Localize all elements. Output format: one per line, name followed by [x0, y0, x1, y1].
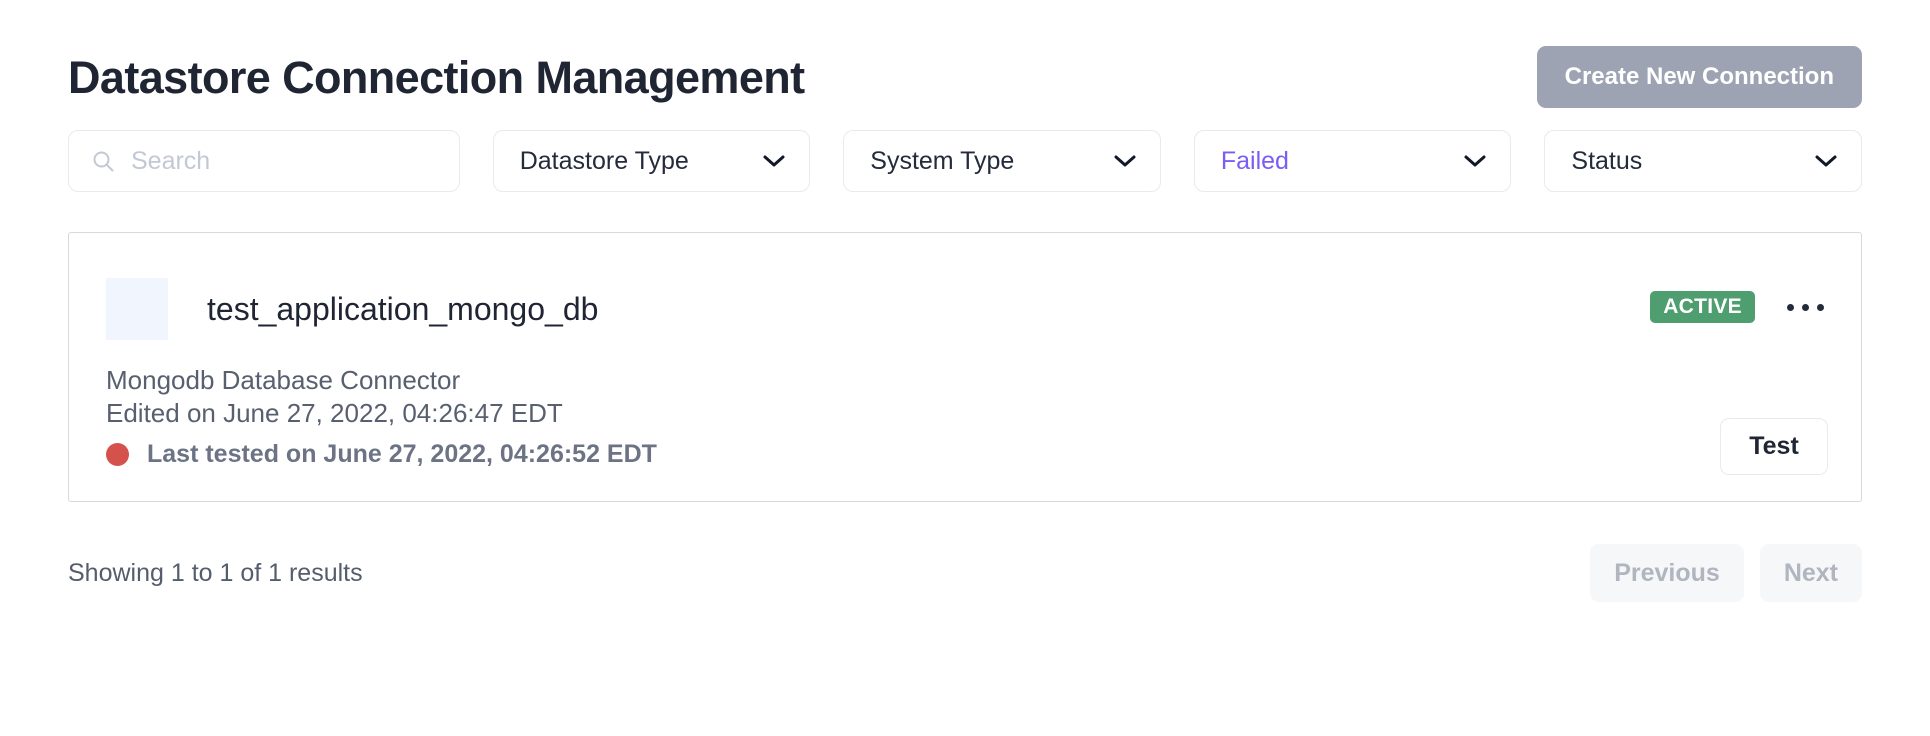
connection-card-meta: Mongodb Database Connector Edited on Jun… — [69, 364, 1861, 469]
connection-name: test_application_mongo_db — [207, 291, 599, 327]
chevron-down-icon — [1114, 155, 1136, 167]
kebab-menu-icon[interactable] — [1783, 296, 1828, 319]
chevron-down-icon — [763, 155, 785, 167]
connection-description: Mongodb Database Connector — [106, 365, 461, 395]
test-connection-button[interactable]: Test — [1720, 418, 1828, 475]
failed-filter-dropdown-label: Failed — [1220, 146, 1289, 175]
status-filter-dropdown-label: Status — [1571, 146, 1643, 175]
page-header: Datastore Connection Management Create N… — [68, 0, 1862, 120]
datastore-connection-page: Datastore Connection Management Create N… — [0, 0, 1930, 736]
connection-last-tested-timestamp: Last tested on June 27, 2022, 04:26:52 E… — [147, 440, 657, 469]
datastore-type-dropdown[interactable]: Datastore Type — [492, 130, 811, 192]
create-new-connection-button[interactable]: Create New Connection — [1536, 46, 1862, 108]
connection-card[interactable]: test_application_mongo_db ACTIVE Mongodb… — [68, 232, 1862, 502]
page-title: Datastore Connection Management — [68, 51, 805, 103]
test-failed-status-dot-icon — [106, 443, 129, 467]
connection-card-header: test_application_mongo_db — [69, 233, 1861, 340]
system-type-dropdown-label: System Type — [870, 146, 1015, 175]
connection-edited-timestamp: Edited on June 27, 2022, 04:26:47 EDT — [106, 398, 563, 429]
connection-card-actions: ACTIVE — [1650, 291, 1828, 323]
connector-logo-icon — [106, 278, 168, 340]
chevron-down-icon — [1464, 155, 1486, 167]
status-filter-dropdown[interactable]: Status — [1544, 130, 1862, 192]
next-page-button[interactable]: Next — [1759, 544, 1862, 602]
connection-last-tested-row: Last tested on June 27, 2022, 04:26:52 E… — [106, 440, 1861, 469]
previous-page-button[interactable]: Previous — [1590, 544, 1744, 602]
failed-filter-dropdown[interactable]: Failed — [1193, 130, 1512, 192]
search-box[interactable] — [68, 130, 460, 192]
search-icon — [93, 151, 114, 172]
results-count-text: Showing 1 to 1 of 1 results — [68, 558, 363, 587]
datastore-type-dropdown-label: Datastore Type — [519, 146, 689, 175]
search-input[interactable] — [69, 131, 459, 191]
system-type-dropdown[interactable]: System Type — [843, 130, 1161, 192]
chevron-down-icon — [1815, 155, 1837, 167]
status-badge: ACTIVE — [1650, 291, 1755, 323]
filter-bar: Datastore Type System Type Failed Status — [68, 130, 1862, 192]
pagination-footer: Showing 1 to 1 of 1 results Previous Nex… — [68, 544, 1862, 602]
pagination-controls: Previous Next — [1590, 544, 1862, 602]
